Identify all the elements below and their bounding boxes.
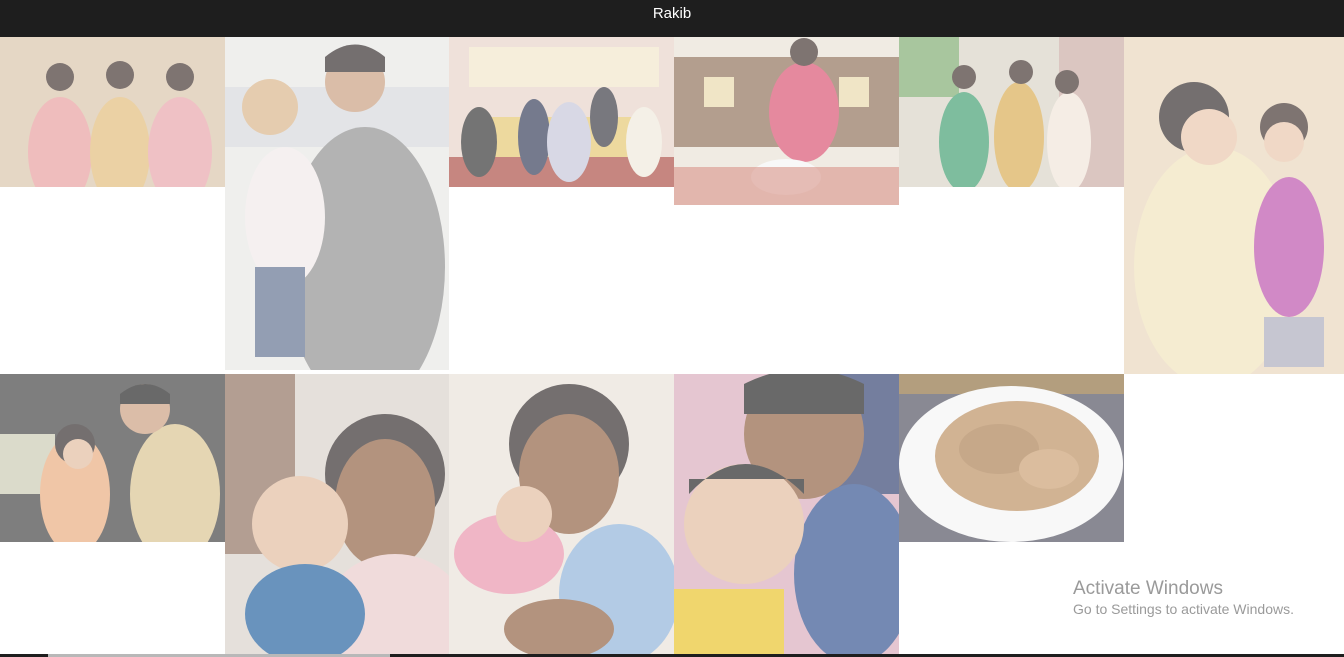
photo-icon — [899, 374, 1124, 542]
photo-tile-2[interactable] — [225, 37, 449, 370]
photo-tile-6[interactable] — [1124, 37, 1344, 374]
photo-icon — [674, 374, 899, 655]
photo-icon — [449, 374, 674, 655]
photo-tile-4[interactable] — [674, 37, 899, 205]
photo-icon — [225, 374, 449, 655]
photo-tile-8[interactable] — [225, 374, 449, 655]
photo-icon — [674, 37, 899, 205]
activate-windows-watermark: Activate Windows Go to Settings to activ… — [1073, 578, 1294, 618]
photo-tile-9[interactable] — [449, 374, 674, 655]
photo-icon — [449, 37, 674, 187]
photo-icon — [1124, 37, 1344, 374]
photo-icon — [899, 37, 1124, 187]
watermark-title: Activate Windows — [1073, 578, 1223, 599]
photo-tile-7[interactable] — [0, 374, 225, 542]
watermark-subtitle: Go to Settings to activate Windows. — [1073, 601, 1294, 617]
photo-tile-10[interactable] — [674, 374, 899, 655]
photo-tile-5[interactable] — [899, 37, 1124, 187]
photo-icon — [0, 37, 225, 187]
photo-icon — [225, 37, 449, 370]
photo-tile-1[interactable] — [0, 37, 225, 187]
photo-icon — [0, 374, 225, 542]
photo-tile-3[interactable] — [449, 37, 674, 187]
photo-tile-11[interactable] — [899, 374, 1124, 542]
top-header: Rakib — [0, 0, 1344, 37]
page-title: Rakib — [652, 5, 692, 22]
